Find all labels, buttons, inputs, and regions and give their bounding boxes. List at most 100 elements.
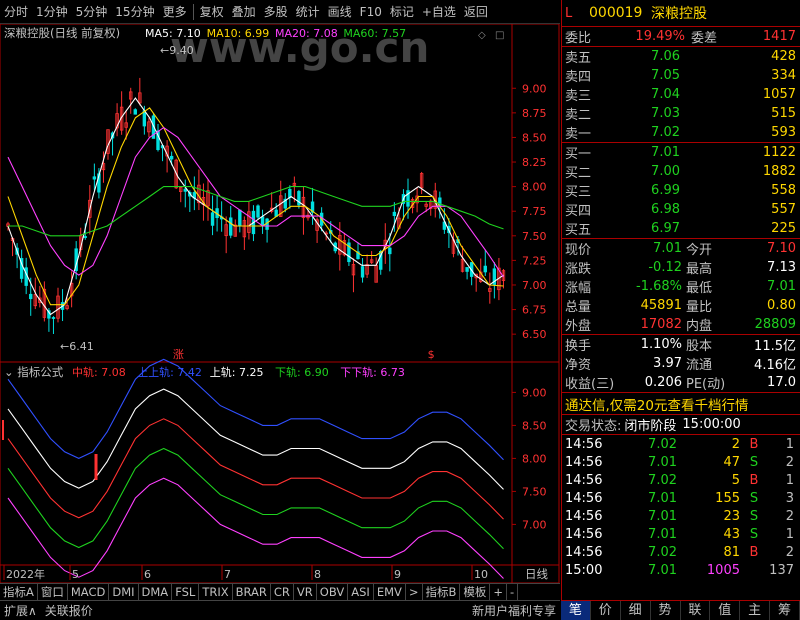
indicator-tab-0[interactable]: 指标A: [0, 584, 38, 600]
indicator-tab-5[interactable]: FSL: [172, 584, 200, 600]
nav-tab-5[interactable]: 值: [710, 601, 741, 620]
sell-level-price: 7.02: [651, 125, 680, 140]
quote-value: 7.01: [653, 241, 682, 256]
indicator-tab-17[interactable]: -: [507, 584, 519, 600]
indicator-tab-16[interactable]: +: [490, 584, 508, 600]
event-mark[interactable]: $: [428, 348, 435, 361]
toolbar-item-1[interactable]: 1分钟: [32, 0, 72, 24]
nav-tab-2[interactable]: 细: [621, 601, 651, 620]
buy-level-row: 买四 6.98 557: [562, 200, 800, 219]
indicator-tab-4[interactable]: DMA: [139, 584, 173, 600]
nav-tab-7[interactable]: 筹: [770, 601, 800, 620]
toolbar-item-8[interactable]: 统计: [292, 0, 324, 24]
nav-tab-0[interactable]: 笔: [561, 601, 591, 620]
toolbar-item-7[interactable]: 多股: [260, 0, 292, 24]
indicator-tab-14[interactable]: 指标B: [423, 584, 461, 600]
toolbar-item-5[interactable]: 复权: [196, 0, 228, 24]
candle-body: [92, 176, 97, 180]
trade-time: 14:56: [565, 436, 603, 452]
trade-time: 14:56: [565, 544, 603, 560]
buy-level-label: 买三: [565, 185, 592, 200]
toolbar-item-4[interactable]: 更多: [159, 0, 191, 24]
candle-body: [360, 266, 365, 278]
trade-side: S: [749, 526, 759, 542]
period-label[interactable]: 日线: [525, 567, 548, 581]
high-price-marker: ←9.40: [160, 44, 194, 57]
buy-level-price: 6.97: [651, 221, 680, 236]
quote-nav-bar: 笔价细势联值主筹: [561, 600, 800, 620]
buy-level-row: 买三 6.99 558: [562, 181, 800, 200]
indicator-tab-3[interactable]: DMI: [109, 584, 139, 600]
indicator-label-4: 下下轨: 6.73: [340, 365, 405, 379]
trade-side: S: [749, 508, 759, 524]
toolbar-item-2[interactable]: 5分钟: [72, 0, 112, 24]
promo-news-row: 通达信,仅需20元查看千档行情: [562, 393, 800, 414]
quote-row: 现价 7.01 今开 7.10: [562, 239, 800, 258]
indicator-tab-9[interactable]: VR: [294, 584, 317, 600]
weicha-value: 1417: [762, 29, 796, 44]
candle-body: [169, 155, 174, 160]
weibi-label: 委比: [565, 31, 592, 46]
kline-chart-svg[interactable]: www.go.cn深粮控股(日线 前复权) MA5: 7.10 MA10: 6.99…: [0, 24, 560, 584]
indicator-label-2: 上轨: 7.25: [210, 365, 264, 379]
indicator-name[interactable]: ⌄ 指标公式: [4, 365, 64, 379]
chart-settings-icon[interactable]: ◇: [478, 30, 486, 41]
x-tick-label: 6: [144, 568, 151, 581]
indicator-tab-6[interactable]: TRIX: [199, 584, 233, 600]
nav-tab-1[interactable]: 价: [591, 601, 621, 620]
promo-news-link[interactable]: 通达信,仅需20元查看千档行情: [565, 394, 748, 414]
quote-panel: L 000019 深粮控股 委比 19.49% 委差 1417 卖五 7.06 428 卖四 7.05…: [561, 0, 800, 620]
indicator-tab-15[interactable]: 模板: [460, 584, 491, 600]
candle-body: [388, 247, 392, 255]
trade-count: 3: [785, 490, 794, 506]
quote-value: 7.13: [767, 260, 796, 275]
quote-label: 涨跌: [565, 262, 592, 277]
x-tick-label: 5: [72, 568, 79, 581]
sell-level-price: 7.05: [651, 68, 680, 83]
toolbar-item-6[interactable]: 叠加: [228, 0, 260, 24]
nav-tab-4[interactable]: 联: [681, 601, 711, 620]
indicator-tab-2[interactable]: MACD: [68, 584, 110, 600]
sell-level-label: 卖一: [565, 127, 592, 142]
toolbar-item-11[interactable]: 标记: [386, 0, 418, 24]
indicator-tab-13[interactable]: >: [406, 584, 423, 600]
candle-body: [229, 217, 233, 236]
expand-button[interactable]: 扩展∧: [0, 602, 41, 619]
indicator-tab-8[interactable]: CR: [271, 584, 294, 600]
toolbar-item-3[interactable]: 15分钟: [111, 0, 158, 24]
trade-status-value: 闭市阶段: [624, 419, 677, 434]
trade-price: 7.01: [648, 562, 677, 578]
quote-value: 7.01: [767, 279, 796, 294]
toolbar-item-12[interactable]: +自选: [418, 0, 460, 24]
related-quote-button[interactable]: 关联报价: [41, 602, 97, 619]
y-tick-label: 7.00: [522, 279, 547, 292]
event-mark[interactable]: 涨: [173, 348, 184, 361]
buy-level-price: 6.99: [651, 183, 680, 198]
chart-expand-icon[interactable]: □: [495, 30, 504, 41]
indicator-tab-10[interactable]: OBV: [317, 584, 349, 600]
low-price-marker: ←6.41: [60, 340, 94, 353]
trade-count: 2: [785, 544, 794, 560]
indicator-tab-11[interactable]: ASI: [348, 584, 374, 600]
candle-body: [142, 110, 147, 127]
nav-tab-6[interactable]: 主: [740, 601, 771, 620]
x-tick-label: 10: [474, 568, 488, 581]
toolbar-item-0[interactable]: 分时: [0, 0, 32, 24]
quote-value: -1.68%: [636, 279, 682, 294]
trade-count: 137: [769, 562, 794, 578]
sell-level-row: 卖四 7.05 334: [562, 66, 800, 85]
indicator-tab-12[interactable]: EMV: [374, 584, 406, 600]
toolbar-item-10[interactable]: F10: [356, 0, 386, 24]
fundamental-value: 1.10%: [640, 337, 682, 352]
new-user-promo-link[interactable]: 新用户福利专享: [468, 602, 560, 619]
toolbar-item-9[interactable]: 画线: [324, 0, 356, 24]
nav-tab-3[interactable]: 势: [651, 601, 681, 620]
trade-tick-row: 14:56 7.02 5 B 1: [562, 471, 800, 489]
toolbar-item-13[interactable]: 返回: [460, 0, 492, 24]
indicator-y-tick-label: 8.50: [522, 419, 547, 432]
quote-row: 涨幅 -1.68% 最低 7.01: [562, 277, 800, 296]
indicator-tab-7[interactable]: BRAR: [233, 584, 271, 600]
buy-level-price: 6.98: [651, 202, 680, 217]
kline-chart-area[interactable]: www.go.cn 深粮控股(日线 前复权) MA5: 7.10 MA10: 6.99…: [0, 24, 560, 584]
indicator-tab-1[interactable]: 窗口: [38, 584, 68, 600]
